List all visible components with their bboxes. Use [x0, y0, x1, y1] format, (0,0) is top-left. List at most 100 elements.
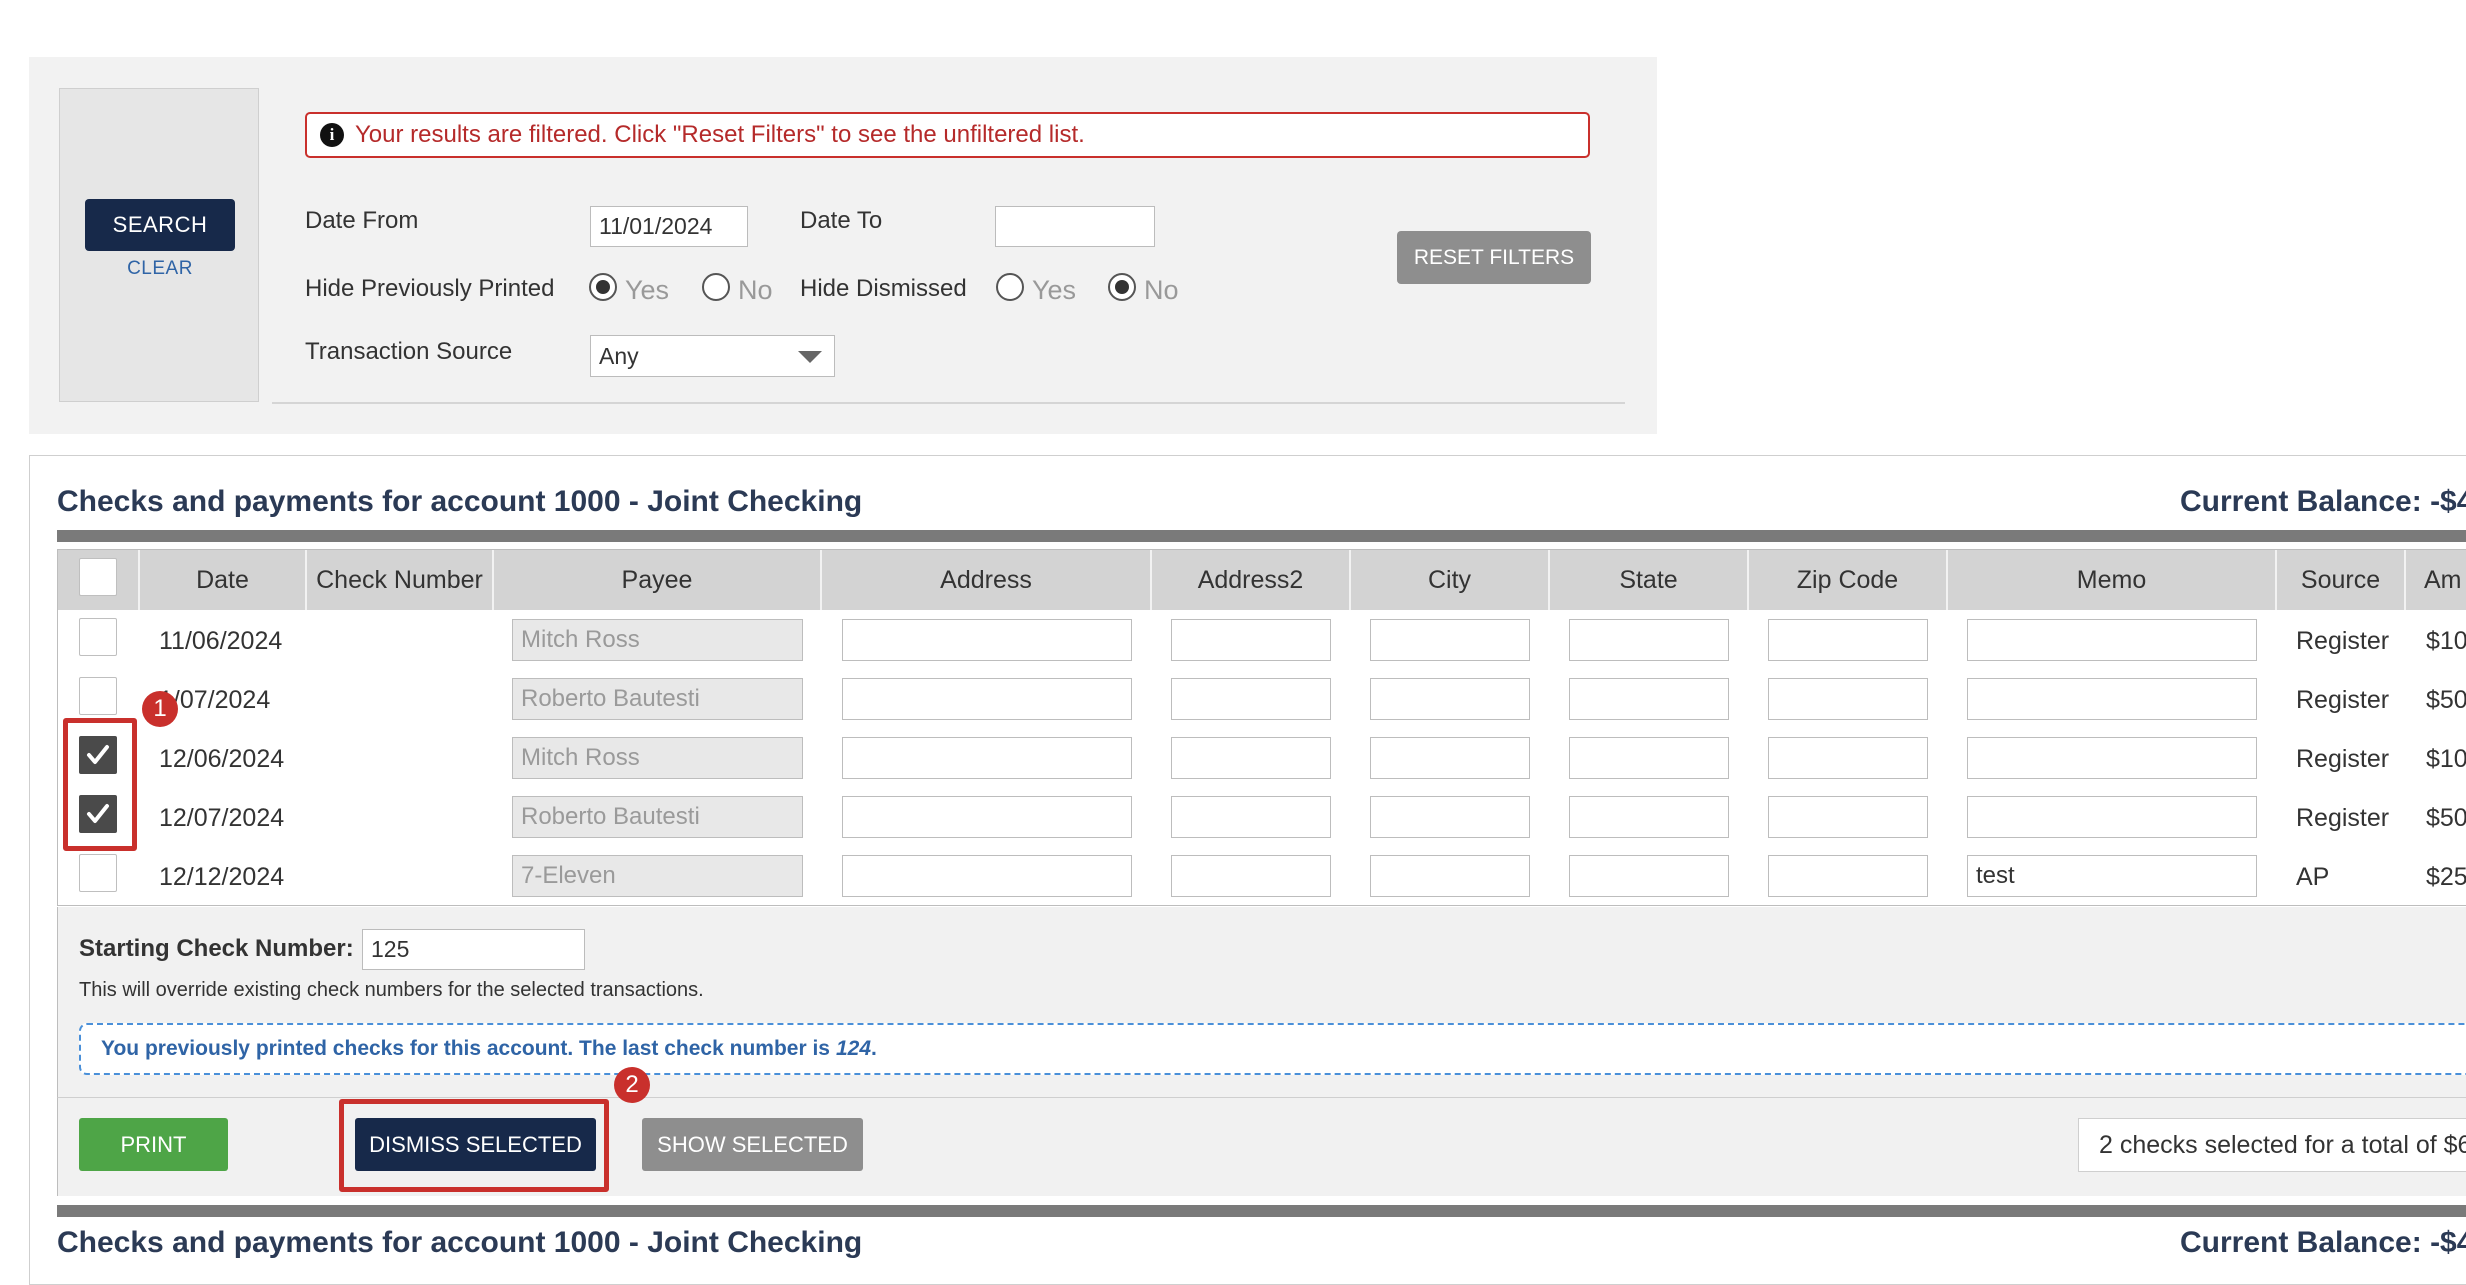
search-button[interactable]: SEARCH [85, 199, 235, 251]
filter-divider [272, 402, 1625, 404]
state-field[interactable] [1569, 619, 1729, 661]
current-balance: Current Balance: -$4 [2180, 485, 2466, 518]
address-field[interactable] [842, 678, 1132, 720]
checks-title-repeat: Checks and payments for account 1000 - J… [57, 1226, 863, 1259]
column-header-zip-code[interactable]: Zip Code [1749, 550, 1946, 610]
row-date: 11/06/2024 [159, 627, 283, 655]
hide-dismissed-yes-radio[interactable] [996, 273, 1024, 301]
highlight-box-dismiss [339, 1099, 609, 1192]
transaction-source-value: Any [599, 342, 639, 369]
column-header-payee[interactable]: Payee [494, 550, 820, 610]
override-note: This will override existing check number… [79, 979, 704, 1001]
print-button[interactable]: PRINT [79, 1118, 228, 1171]
select-all-checkbox[interactable] [79, 558, 117, 596]
current-balance-repeat: Current Balance: -$4 [2180, 1226, 2466, 1259]
row-source: Register [2296, 804, 2390, 832]
zip-code-field[interactable] [1768, 737, 1928, 779]
highlight-box-checkboxes [63, 718, 137, 851]
payee-field: Mitch Ross [512, 619, 803, 661]
row-amount: $10 [2426, 627, 2466, 655]
column-header-check-number[interactable]: Check Number [307, 550, 492, 610]
row-amount: $50 [2426, 804, 2466, 832]
memo-field[interactable] [1967, 619, 2257, 661]
row-checkbox[interactable] [79, 677, 117, 715]
hide-printed-yes-radio[interactable] [589, 273, 617, 301]
city-field[interactable] [1370, 619, 1530, 661]
payee-field: Mitch Ross [512, 737, 803, 779]
row-checkbox[interactable] [79, 854, 117, 892]
zip-code-field[interactable] [1768, 855, 1928, 897]
hide-printed-label: Hide Previously Printed [305, 275, 555, 302]
info-icon: i [320, 123, 344, 147]
checks-title: Checks and payments for account 1000 - J… [57, 485, 863, 518]
hide-printed-no-radio[interactable] [702, 273, 730, 301]
row-date: 12/06/2024 [159, 745, 285, 773]
city-field[interactable] [1370, 678, 1530, 720]
previously-printed-notice: You previously printed checks for this a… [79, 1023, 2466, 1075]
chevron-down-icon [798, 351, 822, 363]
address2-field[interactable] [1171, 796, 1331, 838]
state-field[interactable] [1569, 737, 1729, 779]
zip-code-field[interactable] [1768, 796, 1928, 838]
hide-dismissed-no-radio[interactable] [1108, 273, 1136, 301]
row-source: AP [2296, 863, 2330, 891]
city-field[interactable] [1370, 855, 1530, 897]
starting-check-number-input[interactable]: 125 [362, 929, 585, 970]
column-header-date[interactable]: Date [140, 550, 305, 610]
payee-field: Roberto Bautesti [512, 678, 803, 720]
memo-field[interactable] [1967, 678, 2257, 720]
memo-field[interactable] [1967, 737, 2257, 779]
zip-code-field[interactable] [1768, 619, 1928, 661]
address2-field[interactable] [1171, 737, 1331, 779]
section-divider [57, 530, 2466, 542]
hide-printed-yes-label: Yes [625, 275, 670, 305]
column-header-city[interactable]: City [1351, 550, 1548, 610]
row-amount: $50 [2426, 686, 2466, 714]
column-header-source[interactable]: Source [2277, 550, 2404, 610]
annotation-badge-2: 2 [614, 1067, 650, 1103]
address2-field[interactable] [1171, 855, 1331, 897]
column-header-state[interactable]: State [1550, 550, 1747, 610]
last-check-number: 124 [835, 1037, 872, 1060]
state-field[interactable] [1569, 855, 1729, 897]
address-field[interactable] [842, 737, 1132, 779]
row-amount: $10 [2426, 745, 2466, 773]
column-header-memo[interactable]: Memo [1948, 550, 2275, 610]
memo-field[interactable] [1967, 796, 2257, 838]
column-header-address[interactable]: Address [822, 550, 1150, 610]
address2-field[interactable] [1171, 678, 1331, 720]
address-field[interactable] [842, 619, 1132, 661]
row-source: Register [2296, 627, 2390, 655]
column-header-address2[interactable]: Address2 [1152, 550, 1349, 610]
show-selected-button[interactable]: SHOW SELECTED [642, 1118, 863, 1171]
address2-field[interactable] [1171, 619, 1331, 661]
hide-dismissed-label: Hide Dismissed [800, 275, 967, 302]
state-field[interactable] [1569, 796, 1729, 838]
city-field[interactable] [1370, 796, 1530, 838]
annotation-badge-1: 1 [142, 691, 178, 727]
row-source: Register [2296, 686, 2390, 714]
filter-alert-text: Your results are filtered. Click "Reset … [355, 121, 1085, 148]
city-field[interactable] [1370, 737, 1530, 779]
state-field[interactable] [1569, 678, 1729, 720]
hide-dismissed-yes-label: Yes [1032, 275, 1077, 305]
hide-dismissed-no-label: No [1144, 275, 1179, 305]
address-field[interactable] [842, 855, 1132, 897]
previously-printed-text: You previously printed checks for this a… [101, 1037, 830, 1060]
column-header-amount[interactable]: Am [2406, 550, 2466, 610]
row-source: Register [2296, 745, 2390, 773]
memo-field[interactable]: test [1967, 855, 2257, 897]
starting-check-number-label: Starting Check Number: [79, 935, 354, 962]
zip-code-field[interactable] [1768, 678, 1928, 720]
clear-link[interactable]: CLEAR [85, 258, 235, 280]
transaction-source-select[interactable]: Any [590, 335, 835, 377]
row-checkbox[interactable] [79, 618, 117, 656]
reset-filters-button[interactable]: RESET FILTERS [1397, 231, 1591, 284]
date-from-input[interactable]: 11/01/2024 [590, 206, 748, 247]
date-to-input[interactable] [995, 206, 1155, 247]
payee-field: 7-Eleven [512, 855, 803, 897]
payee-field: Roberto Bautesti [512, 796, 803, 838]
row-date: 12/12/2024 [159, 863, 285, 891]
row-amount: $25 [2426, 863, 2466, 891]
address-field[interactable] [842, 796, 1132, 838]
